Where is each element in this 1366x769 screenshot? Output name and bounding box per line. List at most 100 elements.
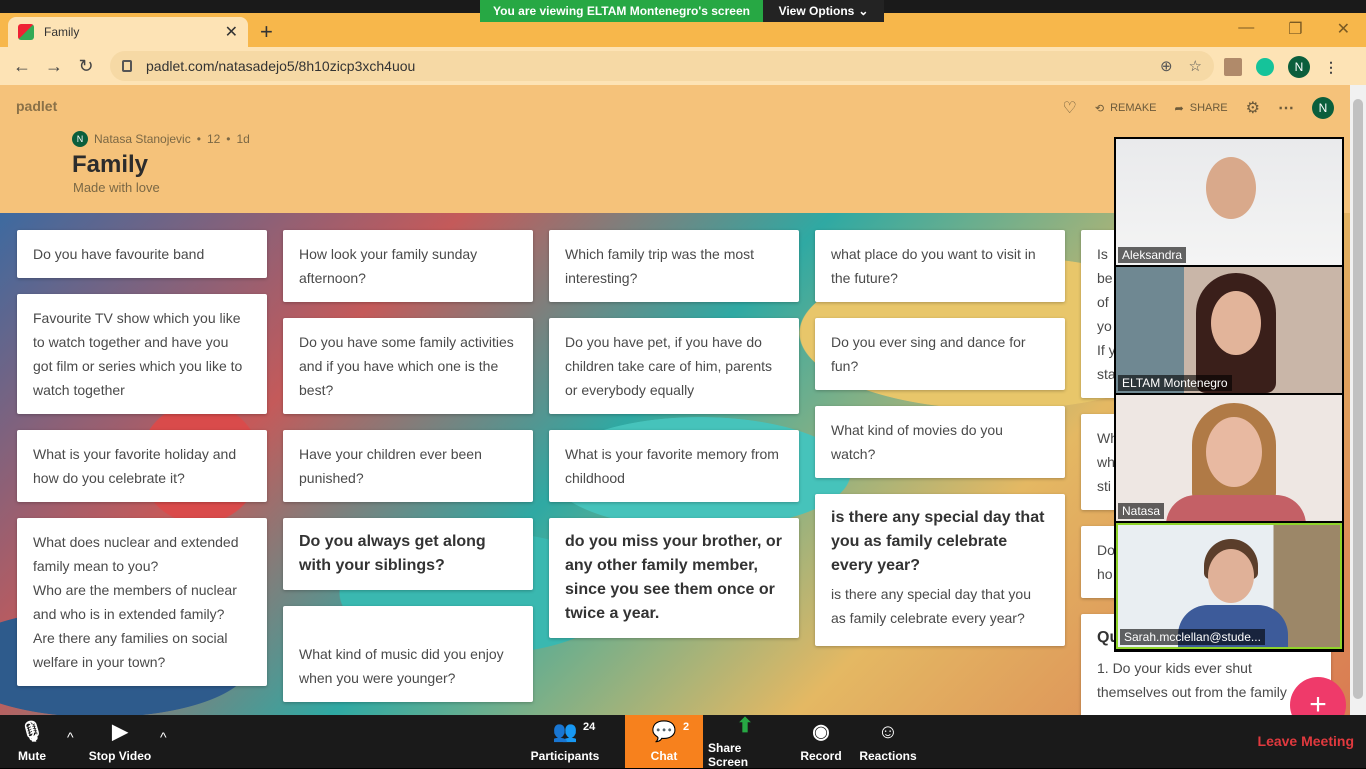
window-controls: — ❐ ✕: [1238, 19, 1350, 39]
post-card[interactable]: Which family trip was the most interesti…: [549, 230, 799, 302]
omnibox[interactable]: padlet.com/natasadejo5/8h10zicp3xch4uou …: [110, 51, 1214, 81]
participants-count: 24: [583, 721, 596, 733]
separator: •: [226, 132, 231, 146]
post-text: Do you have some family activities and i…: [299, 334, 514, 398]
post-card[interactable]: what place do you want to visit in the f…: [815, 230, 1065, 302]
close-tab-icon[interactable]: ✕: [225, 22, 238, 42]
participant-face: [1206, 157, 1256, 219]
participants-icon: 👥: [552, 720, 578, 743]
post-text: Is be of yo If y sta: [1097, 246, 1116, 382]
address-bar-row: ← → ↻ padlet.com/natasadejo5/8h10zicp3xc…: [0, 47, 1366, 85]
minimize-icon[interactable]: —: [1238, 19, 1254, 39]
post-card[interactable]: Do you have favourite band: [17, 230, 267, 278]
post-card[interactable]: is there any special day that you as fam…: [815, 494, 1065, 646]
post-card[interactable]: What does nuclear and extended family me…: [17, 518, 267, 686]
post-card[interactable]: Favourite TV show which you like to watc…: [17, 294, 267, 414]
zoom-toolbar: 🎙 Mute ^ ▶ Stop Video ^ 👥 Participants 2…: [0, 714, 1366, 769]
extensions: N ⋮: [1224, 56, 1338, 78]
microphone-icon: 🎙: [19, 720, 45, 743]
post-text: Which family trip was the most interesti…: [565, 246, 755, 286]
chat-button[interactable]: 💬 Chat: [625, 715, 703, 768]
share-screen-icon: ⬆: [736, 714, 754, 737]
post-text: Do you ever sing and dance for fun?: [831, 334, 1026, 374]
record-label: Record: [800, 748, 842, 763]
video-tile-active-speaker[interactable]: Sarah.mcclellan@stude...: [1116, 523, 1342, 649]
remake-label: REMAKE: [1110, 102, 1157, 114]
share-button[interactable]: ➦ SHARE: [1175, 102, 1228, 115]
post-text: 1. Do your kids ever shut themselves out…: [1097, 660, 1287, 700]
post-text: Do ho: [1097, 542, 1115, 582]
reactions-button[interactable]: ☺ Reactions: [859, 715, 917, 768]
separator: •: [196, 132, 201, 146]
tab-title: Family: [44, 25, 80, 39]
chat-label: Chat: [650, 748, 678, 763]
share-screen-label: Share Screen: [708, 740, 749, 769]
post-text: What kind of movies do you watch?: [831, 422, 1003, 462]
video-tile[interactable]: Natasa: [1116, 395, 1342, 521]
chevron-down-icon: ⌄: [858, 4, 869, 18]
profile-avatar[interactable]: N: [1288, 56, 1310, 78]
record-button[interactable]: ◉ Record: [796, 715, 846, 768]
post-card[interactable]: What kind of music did you enjoy when yo…: [283, 606, 533, 702]
participants-label: Participants: [530, 748, 600, 763]
lock-icon: [122, 60, 132, 72]
chat-unread-count: 2: [683, 721, 690, 733]
post-card[interactable]: Do you have some family activities and i…: [283, 318, 533, 414]
post-card[interactable]: What is your favorite holiday and how do…: [17, 430, 267, 502]
mute-label: Mute: [18, 748, 46, 763]
gear-icon[interactable]: ⚙: [1246, 98, 1260, 118]
post-card[interactable]: What kind of movies do you watch?: [815, 406, 1065, 478]
reload-icon[interactable]: ↻: [70, 56, 102, 77]
padlet-logo[interactable]: padlet: [16, 98, 57, 114]
video-options-caret-icon[interactable]: ^: [160, 729, 167, 745]
padlet-favicon-icon: [18, 24, 34, 40]
author-name: Natasa Stanojevic: [94, 132, 191, 146]
post-card[interactable]: What is your favorite memory from childh…: [549, 430, 799, 502]
post-text: What is your favorite holiday and how do…: [33, 446, 237, 486]
page-scrollbar[interactable]: [1350, 85, 1366, 715]
participant-name: ELTAM Montenegro: [1118, 375, 1232, 391]
leave-meeting-button[interactable]: Leave Meeting: [1258, 733, 1354, 749]
board-title: Family: [72, 151, 149, 178]
install-icon[interactable]: ⊕: [1160, 57, 1173, 75]
video-camera-icon: ▶: [112, 720, 128, 743]
video-tile[interactable]: Aleksandra: [1116, 139, 1342, 265]
window-close-icon[interactable]: ✕: [1337, 19, 1350, 39]
grammarly-icon[interactable]: [1256, 58, 1274, 76]
stop-video-button[interactable]: ▶ Stop Video: [86, 715, 154, 768]
post-text: what place do you want to visit in the f…: [831, 246, 1036, 286]
back-icon[interactable]: ←: [6, 56, 38, 77]
post-card[interactable]: Do you ever sing and dance for fun?: [815, 318, 1065, 390]
scroll-thumb[interactable]: [1353, 99, 1363, 699]
menu-dots-icon[interactable]: ⋮: [1324, 59, 1338, 76]
video-tile[interactable]: ELTAM Montenegro: [1116, 267, 1342, 393]
more-icon[interactable]: ⋯: [1278, 98, 1294, 118]
user-avatar[interactable]: N: [1312, 97, 1334, 119]
post-card[interactable]: Do you always get along with your siblin…: [283, 518, 533, 590]
share-screen-button[interactable]: ⬆ Share Screen: [708, 714, 782, 769]
restore-icon[interactable]: ❐: [1288, 19, 1302, 39]
board-age: 1d: [236, 132, 250, 146]
audio-options-caret-icon[interactable]: ^: [67, 729, 74, 745]
forward-icon[interactable]: →: [38, 56, 70, 77]
url-text: padlet.com/natasadejo5/8h10zicp3xch4uou: [146, 58, 416, 74]
reactions-label: Reactions: [859, 748, 917, 763]
post-card[interactable]: Have your children ever been punished?: [283, 430, 533, 502]
view-options-button[interactable]: View Options ⌄: [763, 0, 884, 22]
mute-button[interactable]: 🎙 Mute: [10, 715, 54, 768]
view-options-label: View Options: [778, 4, 855, 18]
share-label: SHARE: [1189, 102, 1228, 114]
post-card[interactable]: How look your family sunday afternoon?: [283, 230, 533, 302]
heart-icon[interactable]: ♡: [1063, 98, 1077, 118]
participant-name: Aleksandra: [1118, 247, 1187, 263]
participant-name: Natasa: [1118, 503, 1165, 519]
author-row: N Natasa Stanojevic • 12 • 1d: [72, 131, 250, 147]
browser-tab[interactable]: Family ✕: [8, 17, 248, 47]
new-tab-icon[interactable]: +: [260, 19, 273, 45]
post-card[interactable]: Do you have pet, if you have do children…: [549, 318, 799, 414]
post-card[interactable]: do you miss your brother, or any other f…: [549, 518, 799, 638]
bookmark-star-icon[interactable]: ☆: [1189, 57, 1202, 75]
participant-clothes: [1166, 495, 1306, 521]
remake-button[interactable]: ⟲ REMAKE: [1095, 102, 1157, 115]
pdf-extension-icon[interactable]: [1224, 58, 1242, 76]
